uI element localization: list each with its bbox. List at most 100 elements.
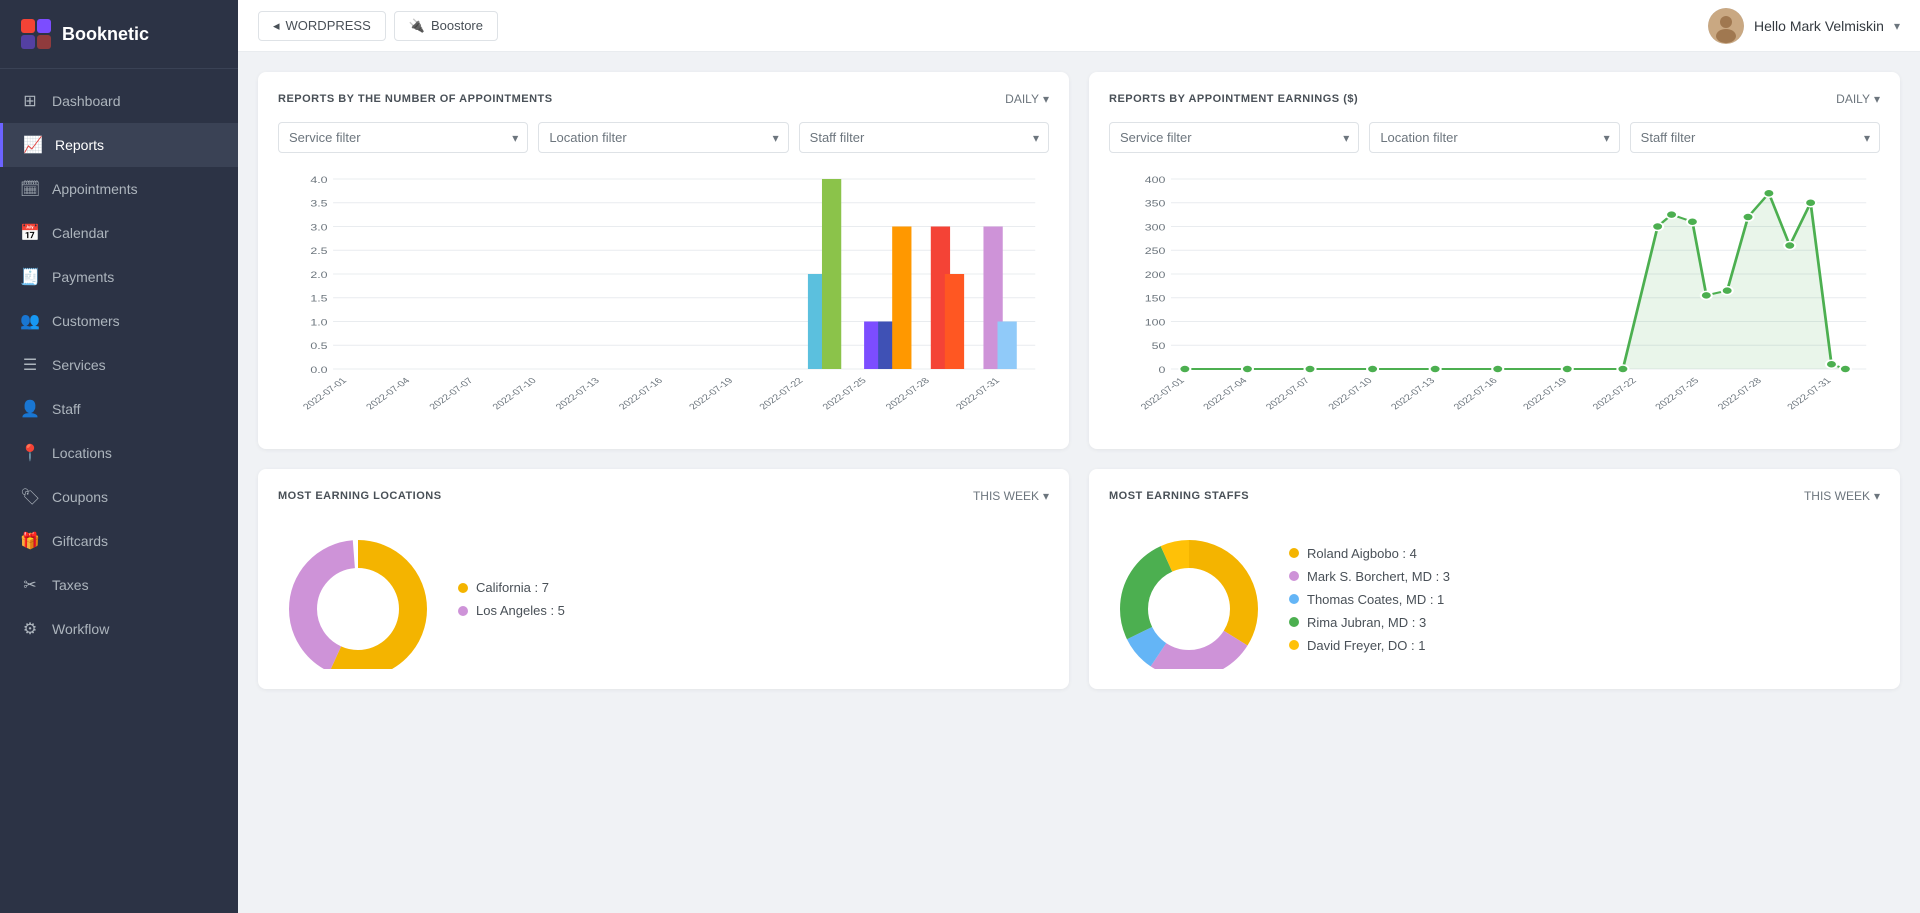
sidebar-item-giftcards[interactable]: 🎁 Giftcards — [0, 519, 238, 563]
line-chart-svg: 0501001502002503003504002022-07-012022-0… — [1109, 169, 1880, 429]
sidebar: Booknetic ⊞ Dashboard 📈 Reports 🗓 Appoin… — [0, 0, 238, 913]
svg-text:0.0: 0.0 — [310, 366, 327, 376]
sidebar-item-label: Reports — [55, 137, 104, 153]
bar-chart-svg: 0.00.51.01.52.02.53.03.54.02022-07-01202… — [278, 169, 1049, 429]
chart1-period-selector[interactable]: DAILY ▾ — [1005, 92, 1049, 106]
staffs-legend: Roland Aigbobo : 4 Mark S. Borchert, MD … — [1289, 546, 1450, 653]
chart1-title: REPORTS BY THE NUMBER OF APPOINTMENTS — [278, 93, 553, 105]
sidebar-item-services[interactable]: ☰ Services — [0, 343, 238, 387]
losangeles-dot — [458, 606, 468, 616]
bar-chart: 0.00.51.01.52.02.53.03.54.02022-07-01202… — [278, 169, 1049, 429]
chart1-staff-select[interactable]: Staff filter — [799, 122, 1049, 153]
locations-donut-section: California : 7 Los Angeles : 5 — [278, 519, 1049, 669]
svg-text:2022-07-01: 2022-07-01 — [1139, 376, 1188, 411]
chart2-header: REPORTS BY APPOINTMENT EARNINGS ($) DAIL… — [1109, 92, 1880, 106]
chart2-service-filter[interactable]: Service filter — [1109, 122, 1359, 153]
sidebar-item-label: Customers — [52, 313, 120, 329]
chart2-location-filter[interactable]: Location filter — [1369, 122, 1619, 153]
taxes-icon: ✂ — [20, 575, 40, 595]
topbar: ◂ WORDPRESS 🔌 Boostore Hello Mark Velmis… — [238, 0, 1920, 52]
chevron-down-icon: ▾ — [1874, 489, 1880, 503]
chart2-service-select[interactable]: Service filter — [1109, 122, 1359, 153]
chart3-period-selector[interactable]: THIS WEEK ▾ — [973, 489, 1049, 503]
staffs-donut-section: Roland Aigbobo : 4 Mark S. Borchert, MD … — [1109, 519, 1880, 669]
chart2-staff-filter[interactable]: Staff filter — [1630, 122, 1880, 153]
svg-text:2022-07-28: 2022-07-28 — [1716, 376, 1765, 411]
chart1-location-filter[interactable]: Location filter — [538, 122, 788, 153]
app-name: Booknetic — [62, 24, 149, 45]
sidebar-item-customers[interactable]: 👥 Customers — [0, 299, 238, 343]
nav-menu: ⊞ Dashboard 📈 Reports 🗓 Appointments 📅 C… — [0, 69, 238, 913]
customers-icon: 👥 — [20, 311, 40, 331]
locations-donut-svg — [278, 529, 438, 669]
sidebar-item-appointments[interactable]: 🗓 Appointments — [0, 167, 238, 211]
user-dropdown-icon[interactable]: ▾ — [1894, 19, 1900, 33]
svg-text:2.5: 2.5 — [310, 247, 327, 257]
svg-text:200: 200 — [1145, 271, 1166, 281]
chart1-filters: Service filter Location filter Staff fil… — [278, 122, 1049, 153]
chart2-period-selector[interactable]: DAILY ▾ — [1836, 92, 1880, 106]
chart1-location-select[interactable]: Location filter — [538, 122, 788, 153]
losangeles-label: Los Angeles : 5 — [476, 603, 565, 618]
sidebar-item-label: Taxes — [52, 577, 89, 593]
california-dot — [458, 583, 468, 593]
chart3-header: MOST EARNING LOCATIONS THIS WEEK ▾ — [278, 489, 1049, 503]
svg-text:2022-07-25: 2022-07-25 — [1653, 376, 1702, 411]
chart2-location-select[interactable]: Location filter — [1369, 122, 1619, 153]
sidebar-item-label: Appointments — [52, 181, 138, 197]
rima-dot — [1289, 617, 1299, 627]
sidebar-item-label: Locations — [52, 445, 112, 461]
boostore-label: Boostore — [431, 18, 483, 33]
avatar — [1708, 8, 1744, 44]
david-label: David Freyer, DO : 1 — [1307, 638, 1425, 653]
avatar-image — [1708, 8, 1744, 44]
chevron-down-icon: ▾ — [1874, 92, 1880, 106]
david-dot — [1289, 640, 1299, 650]
svg-text:2022-07-22: 2022-07-22 — [757, 376, 806, 411]
legend-item-california: California : 7 — [458, 580, 565, 595]
chart1-staff-filter[interactable]: Staff filter — [799, 122, 1049, 153]
giftcards-icon: 🎁 — [20, 531, 40, 551]
staffs-donut-card: MOST EARNING STAFFS THIS WEEK ▾ — [1089, 469, 1900, 689]
sidebar-item-label: Services — [52, 357, 106, 373]
locations-legend: California : 7 Los Angeles : 5 — [458, 580, 565, 618]
svg-text:2.0: 2.0 — [310, 271, 327, 281]
chart4-period-label: THIS WEEK — [1804, 489, 1870, 503]
chart1-service-filter[interactable]: Service filter — [278, 122, 528, 153]
reports-icon: 📈 — [23, 135, 43, 155]
wordpress-icon: ◂ — [273, 18, 280, 34]
legend-item-roland: Roland Aigbobo : 4 — [1289, 546, 1450, 561]
sidebar-item-label: Giftcards — [52, 533, 108, 549]
sidebar-item-workflow[interactable]: ⚙ Workflow — [0, 607, 238, 651]
sidebar-item-calendar[interactable]: 📅 Calendar — [0, 211, 238, 255]
sidebar-item-label: Calendar — [52, 225, 109, 241]
chart2-staff-select[interactable]: Staff filter — [1630, 122, 1880, 153]
sidebar-item-locations[interactable]: 📍 Locations — [0, 431, 238, 475]
svg-text:3.5: 3.5 — [310, 199, 327, 209]
sidebar-item-staff[interactable]: 👤 Staff — [0, 387, 238, 431]
chart4-period-selector[interactable]: THIS WEEK ▾ — [1804, 489, 1880, 503]
svg-text:2022-07-13: 2022-07-13 — [1389, 376, 1438, 411]
svg-text:0.5: 0.5 — [310, 342, 327, 352]
svg-text:2022-07-07: 2022-07-07 — [427, 376, 476, 411]
chart1-service-select[interactable]: Service filter — [278, 122, 528, 153]
sidebar-item-payments[interactable]: 🧾 Payments — [0, 255, 238, 299]
boostore-icon: 🔌 — [409, 18, 425, 34]
thomas-label: Thomas Coates, MD : 1 — [1307, 592, 1444, 607]
sidebar-item-dashboard[interactable]: ⊞ Dashboard — [0, 79, 238, 123]
svg-text:2022-07-16: 2022-07-16 — [1451, 376, 1500, 411]
sidebar-item-taxes[interactable]: ✂ Taxes — [0, 563, 238, 607]
services-icon: ☰ — [20, 355, 40, 375]
boostore-button[interactable]: 🔌 Boostore — [394, 11, 498, 41]
topbar-right: Hello Mark Velmiskin ▾ — [1708, 8, 1900, 44]
chart1-period-label: DAILY — [1005, 92, 1039, 106]
svg-text:2022-07-19: 2022-07-19 — [687, 376, 736, 411]
mark-dot — [1289, 571, 1299, 581]
legend-item-rima: Rima Jubran, MD : 3 — [1289, 615, 1450, 630]
sidebar-item-coupons[interactable]: 🏷 Coupons — [0, 475, 238, 519]
logo-area: Booknetic — [0, 0, 238, 69]
user-name: Hello Mark Velmiskin — [1754, 18, 1884, 34]
legend-item-thomas: Thomas Coates, MD : 1 — [1289, 592, 1450, 607]
sidebar-item-reports[interactable]: 📈 Reports — [0, 123, 238, 167]
wordpress-button[interactable]: ◂ WORDPRESS — [258, 11, 386, 41]
